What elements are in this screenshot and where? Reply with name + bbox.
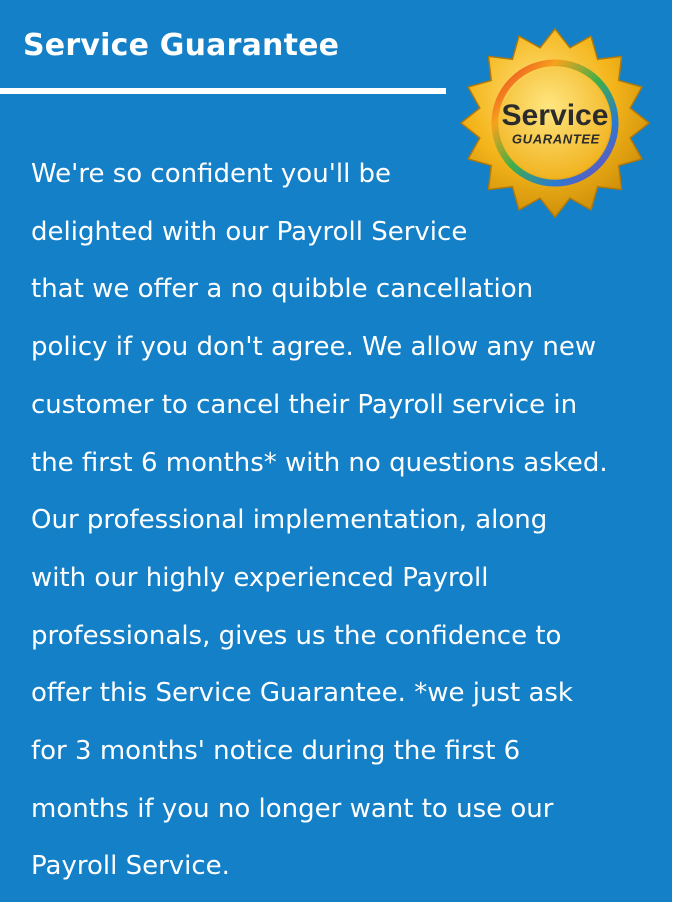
body-line: policy if you don't agree. We allow any … [31,332,597,363]
body-line: professionals, gives us the confidence t… [31,620,562,651]
section-title: Service Guarantee [23,28,340,63]
body-line: with our highly experienced Payroll [31,562,489,593]
body-line: We're so confident you'll be [31,159,392,189]
body-line: Our professional implementation, along [31,505,548,536]
body-line: customer to cancel their Payroll service… [31,389,578,420]
body-line: months if you no longer want to use our [31,793,554,824]
guarantee-panel: Service Guarantee Service GUARANTEE We'r… [0,0,672,902]
title-underline [0,88,446,94]
body-line: Payroll Service. [31,851,230,882]
body-line: that we offer a no quibble cancellation [31,274,534,305]
seal-text-guarantee: GUARANTEE [512,131,601,146]
body-line: for 3 months' notice during the first 6 [31,736,521,767]
body-line: delighted with our Payroll Service [31,216,468,247]
body-line: offer this Service Guarantee. *we just a… [31,678,573,709]
guarantee-body-text: We're so confident you'll be delighted wi… [31,146,608,896]
seal-text-service: Service [502,99,609,132]
body-line: the first 6 months* with no questions as… [31,447,608,478]
